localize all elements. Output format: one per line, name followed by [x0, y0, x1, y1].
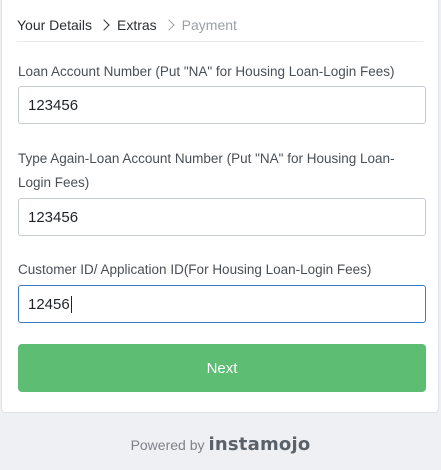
chevron-right-icon	[163, 19, 175, 31]
chevron-right-icon	[98, 19, 110, 31]
loan-account-input[interactable]: 123456	[18, 86, 426, 124]
breadcrumb-payment: Payment	[181, 17, 237, 33]
loan-account-confirm-value: 123456	[28, 208, 79, 226]
next-button[interactable]: Next	[18, 344, 426, 392]
loan-account-confirm-input[interactable]: 123456	[18, 198, 426, 236]
loan-account-label: Loan Account Number (Put "NA" for Housin…	[18, 64, 395, 79]
powered-by-text: Powered by	[130, 436, 205, 453]
text-caret	[70, 295, 72, 313]
loan-account-confirm-label: Type Again-Loan Account Number (Put "NA"…	[18, 151, 395, 190]
footer: Powered by instamojo	[0, 434, 441, 455]
instamojo-logo[interactable]: instamojo	[209, 434, 311, 455]
breadcrumb-divider	[17, 41, 423, 42]
payment-form-card: Your Details Extras Payment Loan Account…	[1, 0, 439, 413]
loan-account-value: 123456	[28, 96, 79, 114]
breadcrumb-extras[interactable]: Extras	[117, 17, 157, 33]
customer-id-label: Customer ID/ Application ID(For Housing …	[18, 262, 372, 277]
breadcrumb: Your Details Extras Payment	[17, 15, 237, 35]
breadcrumb-your-details[interactable]: Your Details	[17, 17, 92, 33]
customer-id-input[interactable]: 12456	[18, 285, 426, 323]
customer-id-value: 12456	[28, 295, 70, 313]
